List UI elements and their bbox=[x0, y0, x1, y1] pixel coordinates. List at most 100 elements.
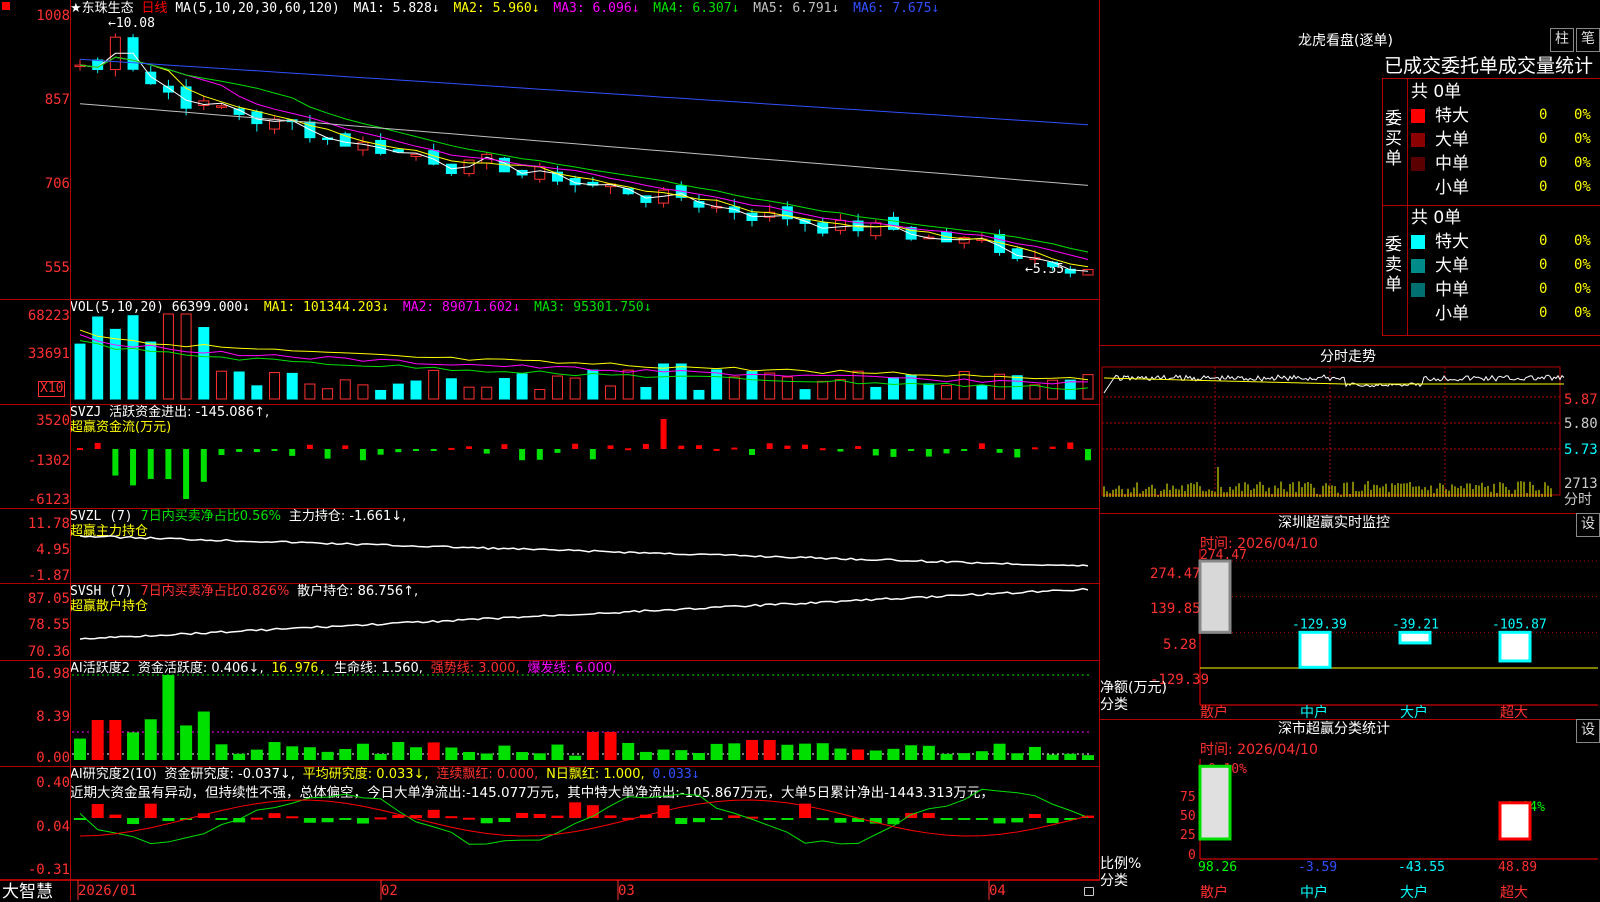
flow-bar bbox=[625, 448, 632, 451]
volume-bar bbox=[640, 386, 652, 400]
sell-side-label: 委卖单 bbox=[1385, 235, 1402, 295]
sz-stats-value-label: 98.26 bbox=[1198, 860, 1237, 875]
brand-logo[interactable]: 大智慧 bbox=[2, 883, 53, 901]
svsh-panel[interactable]: 87.05 78.55 70.36 SVSH (7) 7日内买卖净占比0.826… bbox=[0, 583, 1100, 661]
ai-activity-panel[interactable]: 16.98 8.39 0.00 AI活跃度2 资金活跃度: 0.406↓, 16… bbox=[0, 660, 1100, 767]
svzl-panel[interactable]: 11.78 4.95 -1.87 SVZL (7) 7日内买卖净占比0.56% … bbox=[0, 508, 1100, 584]
activity-bar bbox=[162, 675, 175, 760]
flow-bar bbox=[855, 446, 862, 449]
activity-bar bbox=[604, 732, 617, 760]
sell-count: 0 bbox=[1539, 257, 1548, 273]
sz-monitor-value-label: -105.87 bbox=[1492, 617, 1547, 632]
research-bar bbox=[710, 818, 723, 820]
activity-bar bbox=[127, 732, 140, 760]
flow-bar bbox=[306, 444, 313, 449]
intraday-frame bbox=[1101, 366, 1561, 496]
sell-name: 大单 bbox=[1435, 256, 1469, 276]
volume-bar bbox=[322, 388, 334, 400]
volume-bar bbox=[587, 369, 599, 400]
volume-panel[interactable]: 68223 33691 X10 VOL(5,10,20) 66399.000↓ … bbox=[0, 299, 1100, 405]
activity-bar bbox=[410, 747, 422, 760]
volume-bar bbox=[1029, 384, 1041, 400]
activity-bar bbox=[692, 753, 705, 760]
svzl-chart[interactable] bbox=[0, 508, 1100, 584]
intraday-chart[interactable] bbox=[1100, 345, 1600, 513]
activity-bar bbox=[250, 749, 263, 760]
activity-bar bbox=[958, 753, 971, 760]
sell-pct: 0% bbox=[1574, 233, 1591, 249]
volume-bar bbox=[799, 389, 811, 400]
sell-count: 0 bbox=[1539, 233, 1548, 249]
activity-bar bbox=[993, 743, 1006, 760]
volume-bar bbox=[498, 378, 510, 400]
research-bar bbox=[74, 818, 86, 820]
svsh-chart[interactable] bbox=[0, 583, 1100, 661]
research-bar bbox=[109, 814, 122, 818]
ai-activity-chart[interactable] bbox=[0, 660, 1100, 767]
activity-bar bbox=[746, 740, 758, 760]
ma-line-6 bbox=[79, 58, 1089, 126]
buy-color-swatch bbox=[1411, 157, 1425, 171]
sz-monitor-value-label: 274.47 bbox=[1200, 548, 1247, 563]
sz-stats-value-label: 48.89 bbox=[1498, 860, 1537, 875]
longhu-panel[interactable]: 龙虎看盘(逐单) 柱 笔 已成交委托单成交量统计 委买单 共 0单 特大 0 0% 大… bbox=[1100, 0, 1600, 346]
sz-monitor-chart[interactable]: 274.47散户-129.39中户-39.21大户-105.87超大 bbox=[1100, 513, 1600, 721]
volume-bar bbox=[392, 383, 404, 400]
buy-pct: 0% bbox=[1574, 107, 1591, 123]
sz-stats-panel[interactable]: 深市超赢分类统计 设 时间: 2026/04/10 +0.10% -0.04% … bbox=[1100, 719, 1600, 901]
volume-bar bbox=[693, 389, 705, 400]
activity-bar bbox=[445, 747, 458, 760]
tick-mode-button[interactable]: 笔 bbox=[1576, 28, 1600, 52]
volume-bar bbox=[516, 373, 528, 400]
research-bar bbox=[763, 818, 776, 820]
activity-bar bbox=[675, 750, 688, 760]
buy-pct: 0% bbox=[1574, 179, 1591, 195]
flow-bar bbox=[448, 447, 455, 450]
kline-chart[interactable] bbox=[0, 0, 1100, 300]
svzj-chart[interactable] bbox=[0, 404, 1100, 509]
volume-bar bbox=[658, 363, 670, 400]
flow-bar bbox=[430, 449, 437, 451]
research-bar bbox=[516, 812, 529, 818]
ai-research-chart[interactable] bbox=[0, 766, 1100, 880]
flow-bar bbox=[271, 449, 278, 451]
svzj-panel[interactable]: 3520 -1302 -6123 SVZJ 活跃资金进出: -145.086↑,… bbox=[0, 404, 1100, 509]
activity-bar bbox=[303, 747, 316, 760]
research-bar bbox=[480, 818, 493, 824]
buy-pct: 0% bbox=[1574, 131, 1591, 147]
sz-stats-chart[interactable]: 98.26 散户 -3.59 中户 -43.55 大户 48.89 超大 bbox=[1100, 719, 1600, 901]
volume-bar bbox=[251, 385, 263, 400]
flow-bar bbox=[130, 449, 137, 486]
sell-pct: 0% bbox=[1574, 281, 1591, 297]
flow-bar bbox=[996, 449, 1003, 453]
volume-bar bbox=[127, 315, 139, 400]
activity-bar bbox=[374, 753, 387, 760]
sell-name: 小单 bbox=[1435, 304, 1469, 324]
buy-side-label: 委买单 bbox=[1385, 109, 1402, 169]
main-chart-panel[interactable]: 1008 857 706 555 ★东珠生态 日线 MA(5,10,20,30,… bbox=[0, 0, 1100, 300]
longhu-buy-block: 委买单 共 0单 特大 0 0% 大单 0 0% 中单 0 0% 小单 0 0% bbox=[1383, 79, 1600, 206]
flow-bar bbox=[908, 449, 915, 451]
flow-bar bbox=[359, 449, 366, 461]
ma-line-5 bbox=[79, 103, 1089, 186]
bar-mode-button[interactable]: 柱 bbox=[1550, 28, 1574, 52]
flow-bar bbox=[749, 449, 755, 455]
research-bar bbox=[127, 818, 140, 825]
volume-chart[interactable] bbox=[0, 299, 1100, 405]
flow-bar bbox=[731, 447, 738, 450]
volume-bar bbox=[746, 371, 758, 400]
volume-bar bbox=[711, 369, 723, 400]
volume-bar bbox=[304, 383, 316, 400]
candle-body bbox=[870, 222, 882, 237]
volume-bar bbox=[728, 376, 740, 400]
sz-monitor-panel[interactable]: 深圳超赢实时监控 设 时间: 2026/04/10 274.47 139.85 … bbox=[1100, 513, 1600, 721]
volume-bar bbox=[958, 371, 970, 400]
flow-bar bbox=[253, 449, 260, 453]
sz-stats-value-label: -3.59 bbox=[1298, 860, 1337, 875]
intraday-panel[interactable]: 分时走势 5.87 5.80 5.73 2713 分时 bbox=[1100, 345, 1600, 514]
ai-research-panel[interactable]: 0.40 0.04 -0.31 AI研究度2(10) 资金研究度: -0.037… bbox=[0, 766, 1100, 880]
vol-ma-line bbox=[79, 329, 1089, 381]
activity-bar bbox=[922, 745, 935, 760]
volume-bar bbox=[887, 377, 899, 400]
lock-icon[interactable] bbox=[1084, 887, 1094, 896]
